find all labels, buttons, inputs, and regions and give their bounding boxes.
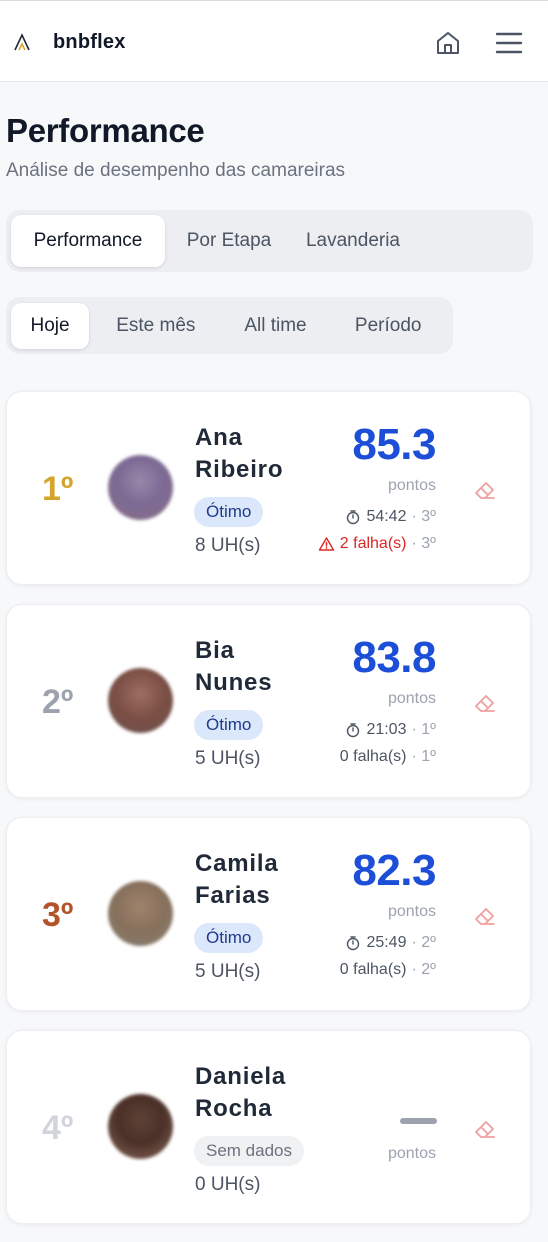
period-all-time[interactable]: All time: [223, 303, 329, 349]
period-periodo[interactable]: Período: [328, 303, 448, 349]
status-badge: Ótimo: [194, 923, 264, 953]
tab-por-etapa[interactable]: Por Etapa: [165, 215, 293, 267]
score-value: 83.8: [352, 633, 436, 682]
eraser-icon[interactable]: [472, 477, 498, 503]
points-label: pontos: [387, 1145, 436, 1162]
uh-count: 8 UH(s): [195, 535, 261, 556]
stopwatch-icon: [347, 510, 360, 525]
tab-performance[interactable]: Performance: [11, 215, 165, 267]
ranking-card[interactable]: 1º Ana Ribeiro Ótimo 8 UH(s) 85.3 pontos…: [6, 391, 531, 585]
rank-position: 3º: [42, 896, 74, 934]
period-este-mes[interactable]: Este mês: [89, 303, 222, 349]
ranking-card[interactable]: 2º Bia Nunes Ótimo 5 UH(s) 83.8 pontos 2…: [6, 604, 531, 798]
failures-stat: 0 falha(s) · 1º: [339, 748, 436, 765]
tab-lavanderia[interactable]: Lavanderia: [293, 215, 413, 267]
status-badge: Sem dados: [194, 1136, 304, 1166]
staff-name: Bia Nunes: [195, 637, 273, 696]
no-score-dash: [400, 1118, 437, 1124]
time-stat: 21:03 · 1º: [345, 721, 436, 739]
uh-count: 5 UH(s): [195, 961, 261, 982]
warning-icon: [318, 537, 334, 551]
staff-name: Ana Ribeiro: [195, 424, 284, 483]
app-name: bnbflex: [53, 31, 126, 53]
ranking-card[interactable]: 4º Daniela Rocha Sem dados 0 UH(s) ponto…: [6, 1030, 531, 1224]
points-label: pontos: [387, 690, 436, 707]
page-title: Performance: [6, 112, 205, 149]
uh-count: 5 UH(s): [195, 748, 261, 769]
period-filter: Hoje Este mês All time Período: [6, 297, 453, 354]
score-value: 82.3: [352, 846, 436, 895]
avatar: [108, 1094, 173, 1159]
avatar: [108, 881, 173, 946]
avatar: [108, 455, 173, 520]
stopwatch-icon: [347, 936, 360, 951]
points-label: pontos: [387, 903, 436, 920]
stopwatch-icon: [347, 723, 360, 738]
eraser-icon[interactable]: [472, 1116, 498, 1142]
period-hoje[interactable]: Hoje: [11, 302, 90, 349]
hamburger-icon: [495, 32, 523, 54]
time-stat: 54:42 · 3º: [345, 508, 436, 526]
logo-icon: [14, 33, 30, 51]
status-badge: Ótimo: [194, 497, 264, 527]
score-value: 85.3: [352, 420, 436, 469]
points-label: pontos: [387, 477, 436, 494]
staff-name: Daniela Rocha: [195, 1063, 286, 1122]
ranking-card[interactable]: 3º Camila Farias Ótimo 5 UH(s) 82.3 pont…: [6, 817, 531, 1011]
avatar: [108, 668, 173, 733]
eraser-icon[interactable]: [472, 903, 498, 929]
failures-stat: 2 falha(s) · 3º: [318, 535, 436, 553]
uh-count: 0 UH(s): [195, 1174, 261, 1195]
eraser-icon[interactable]: [472, 690, 498, 716]
home-button[interactable]: [432, 27, 464, 59]
main-tabs: Performance Por Etapa Lavanderia: [6, 210, 533, 272]
rank-position: 2º: [42, 683, 74, 721]
rank-position: 1º: [42, 470, 74, 508]
home-icon: [437, 32, 459, 54]
menu-button[interactable]: [493, 28, 525, 58]
page-subtitle: Análise de desempenho das camareiras: [6, 160, 346, 181]
rank-position: 4º: [42, 1109, 74, 1147]
failures-stat: 0 falha(s) · 2º: [339, 961, 436, 978]
status-badge: Ótimo: [194, 710, 264, 740]
top-bar: bnbflex: [0, 0, 548, 82]
staff-name: Camila Farias: [195, 850, 279, 909]
time-stat: 25:49 · 2º: [345, 934, 436, 952]
